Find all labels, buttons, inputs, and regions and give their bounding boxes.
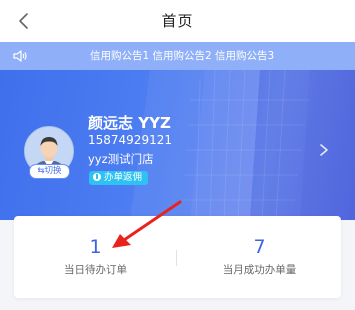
commission-tag[interactable]: 办单返佣 — [89, 171, 149, 185]
user-name: 颜远志 YYZ — [88, 114, 171, 132]
annotation-arrow-icon — [112, 200, 182, 248]
notice-text: 信用购公告1 信用购公告2 信用购公告3 — [90, 50, 275, 62]
user-phone: 15874929121 — [88, 133, 172, 147]
stat-value: 7 — [253, 236, 266, 258]
info-icon — [93, 173, 101, 181]
chevron-right-icon[interactable] — [318, 142, 330, 158]
stat-month-success[interactable]: 7 当月成功办单量 — [178, 216, 341, 298]
page-title: 首页 — [161, 12, 194, 30]
stat-label: 当日待办订单 — [64, 264, 127, 276]
stat-label: 当月成功办单量 — [222, 264, 297, 276]
notice-bar[interactable]: 信用购公告1 信用购公告2 信用购公告3 — [0, 42, 355, 70]
switch-account-button[interactable]: ⇆切换 — [29, 164, 70, 179]
commission-tag-label: 办单返佣 — [104, 172, 143, 183]
top-nav-bar: 首页 — [0, 0, 355, 42]
speaker-icon — [13, 50, 27, 62]
store-name: yyz测试门店 — [88, 152, 154, 166]
